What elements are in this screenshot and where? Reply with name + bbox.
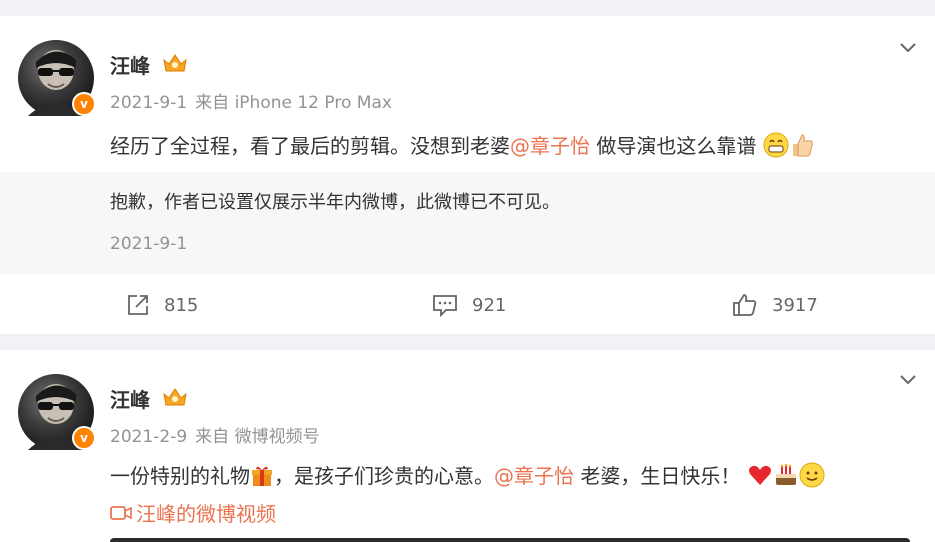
comment-icon (433, 295, 457, 317)
post-text: 一份特别的礼物 (110, 464, 250, 488)
weibo-post-card: v 汪峰 2021-2-9 来自 微博视频号 一份特别的礼物 ，是孩子们珍贵的心意… (0, 350, 935, 542)
post-source: 来自 微博视频号 (195, 427, 320, 447)
cake-emoji (775, 463, 796, 485)
video-icon (110, 505, 132, 520)
video-thumbnail[interactable] (110, 538, 910, 542)
post-meta: 2021-2-9 来自 微博视频号 (110, 422, 320, 447)
mention-link[interactable]: @章子怡 (510, 134, 590, 158)
avatar[interactable]: v (18, 374, 96, 450)
mention-link[interactable]: @章子怡 (494, 464, 574, 488)
verified-badge-icon: v (72, 426, 96, 450)
video-link-label: 汪峰的微博视频 (136, 502, 276, 526)
comment-button[interactable]: 921 (432, 290, 506, 320)
post-text-2: ，是孩子们珍贵的心意。 (274, 464, 494, 488)
video-link[interactable]: 汪峰的微博视频 (110, 498, 276, 527)
post-text-3: 老婆，生日快乐！ (574, 464, 741, 488)
repost-text: 抱歉，作者已设置仅展示半年内微博，此微博已不可见。 (110, 192, 560, 213)
like-icon (733, 294, 757, 316)
post-date[interactable]: 2021-9-1 (110, 93, 187, 113)
share-count: 815 (164, 294, 199, 316)
weibo-post-card: v 汪峰 2021-9-1 来自 iPhone 12 Pro Max 经历了全过程… (0, 16, 935, 334)
author-name[interactable]: 汪峰 (110, 384, 150, 413)
share-icon (128, 295, 148, 315)
grin-emoji (763, 132, 789, 158)
post-text-2: 做导演也这么靠谱 (590, 134, 757, 158)
post-content: 一份特别的礼物 ，是孩子们珍贵的心意。@章子怡 老婆，生日快乐！ (110, 460, 825, 489)
post-text: 经历了全过程，看了最后的剪辑。没想到老婆 (110, 134, 510, 158)
author-name[interactable]: 汪峰 (110, 50, 150, 79)
vip-crown-icon[interactable] (162, 386, 188, 408)
like-count: 3917 (772, 294, 818, 316)
repost-block[interactable]: 抱歉，作者已设置仅展示半年内微博，此微博已不可见。 2021-9-1 (0, 172, 935, 274)
share-button[interactable]: 815 (126, 290, 198, 320)
avatar[interactable]: v (18, 40, 96, 116)
smile-emoji (799, 462, 825, 488)
repost-date[interactable]: 2021-9-1 (110, 234, 187, 254)
chevron-down-icon[interactable] (899, 374, 917, 386)
post-source: 来自 iPhone 12 Pro Max (195, 93, 392, 113)
heart-emoji (748, 465, 771, 485)
post-content: 经历了全过程，看了最后的剪辑。没想到老婆@章子怡 做导演也这么靠谱 (110, 130, 815, 159)
comment-count: 921 (472, 294, 507, 316)
thumbs-up-emoji (792, 134, 813, 157)
post-date[interactable]: 2021-2-9 (110, 427, 187, 447)
chevron-down-icon[interactable] (899, 42, 917, 54)
vip-crown-icon[interactable] (162, 52, 188, 74)
gift-emoji (252, 466, 272, 486)
post-meta: 2021-9-1 来自 iPhone 12 Pro Max (110, 88, 392, 113)
like-button[interactable]: 3917 (732, 290, 818, 320)
verified-badge-icon: v (72, 92, 96, 116)
